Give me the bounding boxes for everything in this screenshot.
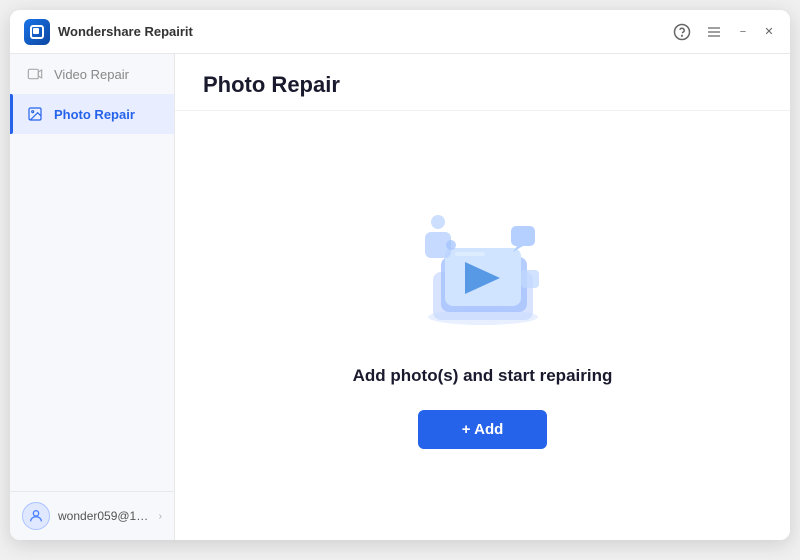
video-repair-icon	[26, 65, 44, 83]
main-layout: Video Repair Photo Repair	[10, 54, 790, 540]
empty-state-text: Add photo(s) and start repairing	[353, 366, 613, 386]
sidebar-item-video-repair[interactable]: Video Repair	[10, 54, 174, 94]
menu-icon[interactable]	[704, 22, 724, 42]
sidebar-item-photo-repair[interactable]: Photo Repair	[10, 94, 174, 134]
title-bar-right: − ✕	[672, 22, 776, 42]
title-bar-left: Wondershare Repairit	[24, 19, 193, 45]
add-button[interactable]: + Add	[418, 410, 548, 449]
chevron-right-icon: ›	[159, 511, 162, 522]
help-icon[interactable]	[672, 22, 692, 42]
user-profile[interactable]: wonder059@16... ›	[10, 491, 174, 540]
content-area: Photo Repair	[175, 54, 790, 540]
sidebar-item-label-video: Video Repair	[54, 67, 129, 82]
page-title: Photo Repair	[203, 72, 762, 98]
app-name: Wondershare Repairit	[58, 24, 193, 39]
sidebar-spacer	[10, 134, 174, 491]
content-body: Add photo(s) and start repairing + Add	[175, 111, 790, 540]
sidebar: Video Repair Photo Repair	[10, 54, 175, 540]
minimize-button[interactable]: −	[736, 25, 750, 39]
close-button[interactable]: ✕	[762, 25, 776, 39]
title-bar: Wondershare Repairit − ✕	[10, 10, 790, 54]
sidebar-item-label-photo: Photo Repair	[54, 107, 135, 122]
app-window: Wondershare Repairit − ✕	[10, 10, 790, 540]
app-logo	[24, 19, 50, 45]
empty-state-illustration	[403, 202, 563, 342]
photo-repair-icon	[26, 105, 44, 123]
app-logo-inner	[30, 25, 44, 39]
content-header: Photo Repair	[175, 54, 790, 111]
avatar	[22, 502, 50, 530]
user-name: wonder059@16...	[58, 509, 151, 523]
